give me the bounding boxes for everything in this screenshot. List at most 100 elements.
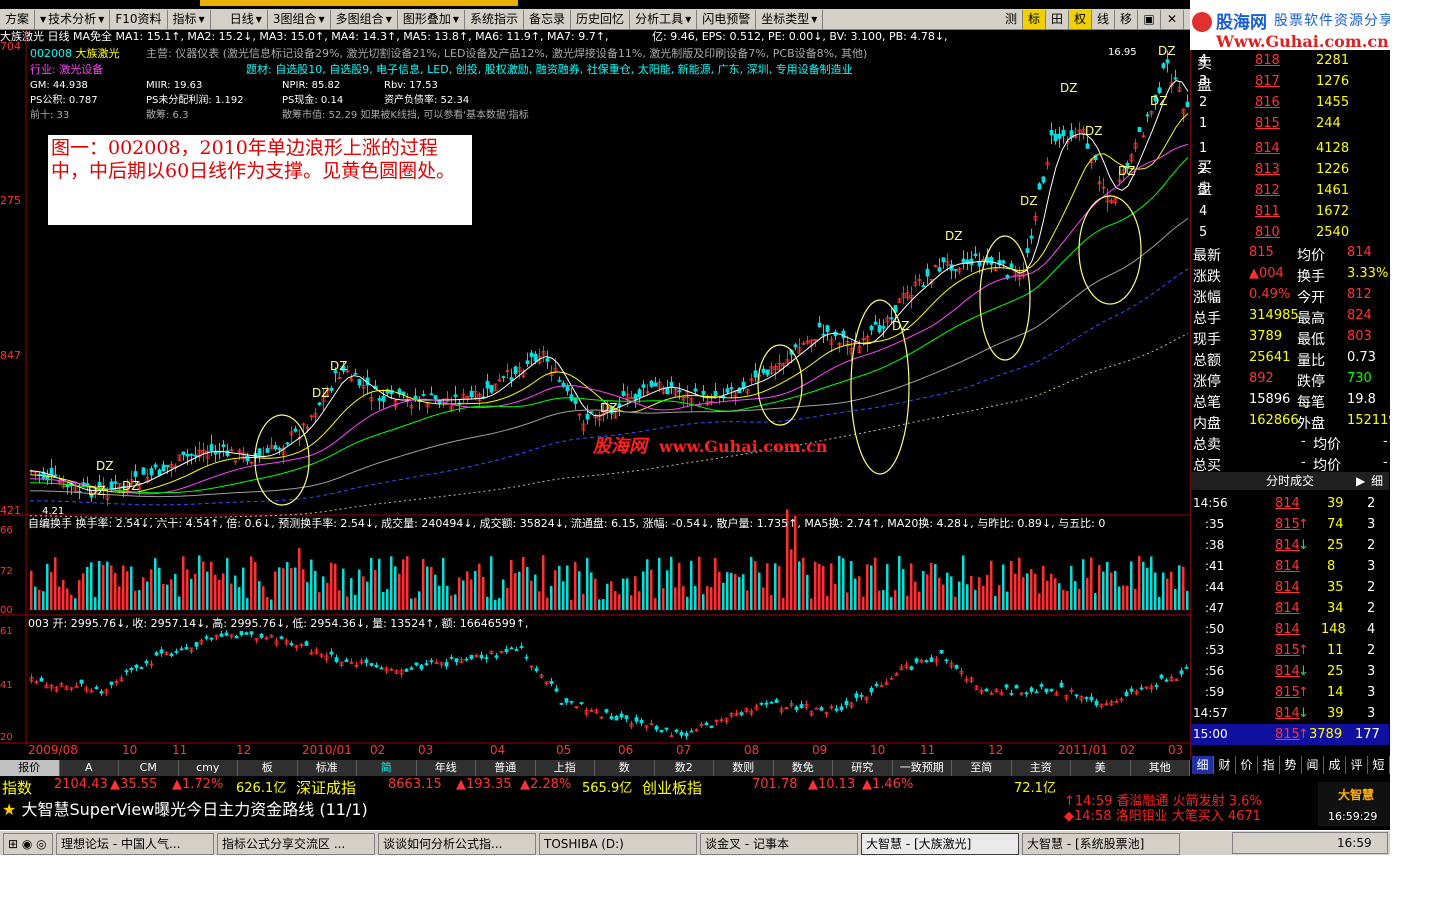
toolbar-history[interactable]: 历史回忆 <box>571 9 631 29</box>
buy-row[interactable]: 3 812 1461 <box>1191 180 1389 201</box>
toolbar-tech-analysis[interactable]: ▼ 技术分析 ▼ <box>35 9 111 29</box>
tick-row[interactable]: :50 814 148 4 <box>1191 619 1389 640</box>
toolbar-indicator[interactable]: 指标 ▼ <box>168 9 211 29</box>
play-icon[interactable]: ▶ <box>1356 472 1365 490</box>
toolbar-3chart[interactable]: 3图组合 ▼ <box>268 9 331 29</box>
bottom-tab[interactable]: 数2 <box>655 760 714 776</box>
tick-row[interactable]: :41 814 8 3 <box>1191 556 1389 577</box>
toolbar-plan[interactable]: 方案 <box>0 9 36 29</box>
mark-button[interactable]: 标 <box>1023 9 1046 29</box>
news-bar[interactable]: ★ 大智慧SuperView曝光今日主力资金路线 (11/1) <box>0 796 1060 824</box>
tick-row[interactable]: 15:00 815 ↑ 3789 177 <box>1191 724 1389 745</box>
rights-button[interactable]: 权 <box>1069 9 1092 29</box>
quote-tab[interactable]: 细 <box>1192 756 1214 774</box>
toolbar-daily[interactable]: 日线 ▼ <box>211 9 268 29</box>
tick-row[interactable]: :44 814 35 2 <box>1191 577 1389 598</box>
line-button[interactable]: 线 <box>1092 9 1115 29</box>
bottom-tab[interactable]: 数免 <box>774 760 833 776</box>
buy-row[interactable]: 5 810 2540 <box>1191 222 1389 243</box>
index-body <box>844 700 849 706</box>
taskbar-button[interactable]: TOSHIBA (D:) <box>539 832 697 855</box>
alert-news[interactable]: ↑14:59 香溢融通 火箭发射 3.6% ◆14:58 洛阳钼业 大笔买入 4… <box>1060 790 1320 826</box>
toolbar-alert[interactable]: 闪电预警 <box>697 9 757 29</box>
volume-bar <box>1182 566 1185 610</box>
toolbar-axis-type[interactable]: 坐标类型 ▼ <box>756 9 824 29</box>
toolbar-memo[interactable]: 备忘录 <box>524 9 572 29</box>
volume-bar <box>310 559 313 610</box>
tick-row[interactable]: :59 815 ↑ 14 3 <box>1191 682 1389 703</box>
ticker-item: 626.1亿 <box>236 781 287 796</box>
move-button[interactable]: 移 <box>1115 9 1138 29</box>
quote-tab[interactable]: 成 <box>1324 756 1346 774</box>
volume-bar <box>758 572 761 610</box>
volume-bar <box>390 556 393 610</box>
buy-row[interactable]: 4 811 1672 <box>1191 201 1389 222</box>
bottom-tab[interactable]: 简 <box>357 760 417 776</box>
ticks-title[interactable]: 分时成交 ▶ 细 <box>1191 472 1389 490</box>
toolbar-f10[interactable]: F10资料 <box>110 9 168 29</box>
sell-row[interactable]: 4 818 2281 <box>1191 50 1389 71</box>
bottom-tab[interactable]: 年线 <box>417 760 476 776</box>
ticks-detail-tab[interactable]: 细 <box>1371 472 1383 490</box>
start-button[interactable]: ⊞ ◉ ◎ <box>3 832 53 855</box>
bottom-tab[interactable]: 主资 <box>1012 760 1071 776</box>
tick-row[interactable]: :53 815 ↑ 11 2 <box>1191 640 1389 661</box>
quote-tab[interactable]: 势 <box>1280 756 1302 774</box>
bottom-tab[interactable]: 美 <box>1071 760 1131 776</box>
sell-row[interactable]: 3 817 1276 <box>1191 71 1389 92</box>
candle-body <box>765 369 770 376</box>
tick-row[interactable]: 14:56 814 39 2 <box>1191 493 1389 514</box>
bottom-tab[interactable]: CM <box>119 760 179 776</box>
volume-bar <box>806 574 809 610</box>
quote-tab[interactable]: 闻 <box>1302 756 1324 774</box>
bottom-tab[interactable]: 板 <box>238 760 298 776</box>
taskbar-button[interactable]: 大智慧 - [系统股票池] <box>1022 832 1180 855</box>
tick-row[interactable]: :47 814 34 2 <box>1191 598 1389 619</box>
taskbar-button[interactable]: 大智慧 - [大族激光] <box>861 832 1019 855</box>
bottom-tab[interactable]: 标准 <box>298 760 357 776</box>
candle-body <box>513 366 518 375</box>
grid-button[interactable]: 田 <box>1046 9 1069 29</box>
bottom-tab[interactable]: 数则 <box>714 760 774 776</box>
bottom-tab[interactable]: cmy <box>179 760 238 776</box>
taskbar-button[interactable]: 指标公式分享交流区 ... <box>217 832 375 855</box>
toolbar-system-signal[interactable]: 系统指示 <box>465 9 525 29</box>
bottom-tab[interactable]: 至简 <box>952 760 1012 776</box>
sell-row[interactable]: 1 815 244 <box>1191 113 1389 134</box>
tick-row[interactable]: :56 814 ↓ 25 3 <box>1191 661 1389 682</box>
quote-tab[interactable]: 价 <box>1236 756 1258 774</box>
index-body <box>509 647 514 650</box>
toolbar-tools[interactable]: 分析工具 ▼ <box>630 9 698 29</box>
measure-button[interactable]: 测 <box>1000 9 1023 29</box>
volume-bar <box>962 555 965 610</box>
tick-row[interactable]: :38 814 ↓ 25 2 <box>1191 535 1389 556</box>
bottom-tab[interactable]: 普通 <box>476 760 536 776</box>
volume-bar <box>574 561 577 610</box>
bottom-tab[interactable]: A <box>60 760 119 776</box>
volume-bar <box>798 561 801 610</box>
quote-tab[interactable]: 评 <box>1346 756 1368 774</box>
close-icon[interactable]: ✕ <box>1161 9 1184 29</box>
taskbar-button[interactable]: 谈谈如何分析公式指... <box>378 832 536 855</box>
window-button[interactable]: ▣ <box>1138 9 1161 29</box>
bottom-tab[interactable]: 研究 <box>833 760 893 776</box>
taskbar-button[interactable]: 理想论坛 - 中国人气... <box>56 832 214 855</box>
toolbar-label: 日线 <box>229 11 254 26</box>
tick-row[interactable]: :35 815 ↑ 74 3 <box>1191 514 1389 535</box>
toolbar-multichart[interactable]: 多图组合 ▼ <box>331 9 398 29</box>
quote-tab[interactable]: 短 <box>1368 756 1390 774</box>
toolbar-overlay[interactable]: 图形叠加 ▼ <box>398 9 466 29</box>
volume-bar <box>1066 590 1069 610</box>
sell-row[interactable]: 2 816 1455 <box>1191 92 1389 113</box>
bottom-tab[interactable]: 其他 <box>1131 760 1190 776</box>
bottom-tab[interactable]: 上指 <box>536 760 595 776</box>
quote-tab[interactable]: 指 <box>1258 756 1280 774</box>
bottom-tab[interactable]: 一致预期 <box>893 760 952 776</box>
taskbar-button[interactable]: 谈金叉 - 记事本 <box>700 832 858 855</box>
bottom-tab[interactable]: 报价 <box>0 760 60 776</box>
bottom-tab[interactable]: 数 <box>595 760 655 776</box>
tick-row[interactable]: 14:57 814 ↓ 39 3 <box>1191 703 1389 724</box>
buy-row[interactable]: 2 813 1226 <box>1191 159 1389 180</box>
buy-row[interactable]: 1 814 4128 <box>1191 138 1389 159</box>
quote-tab[interactable]: 财 <box>1214 756 1236 774</box>
